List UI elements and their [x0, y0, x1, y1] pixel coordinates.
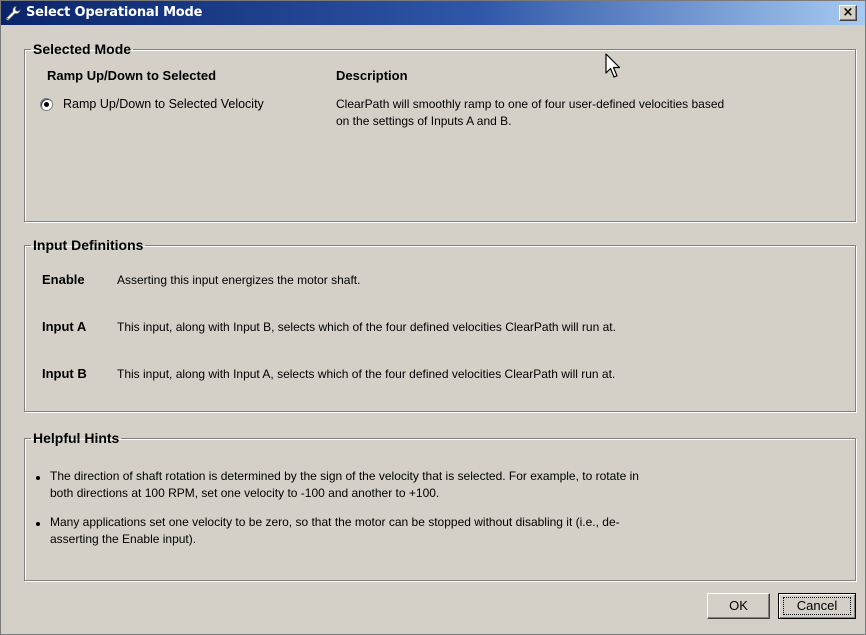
hint-line: both directions at 100 RPM, set one velo…	[50, 486, 440, 500]
input-name: Input A	[42, 319, 87, 334]
hint-line: The direction of shaft rotation is deter…	[50, 469, 639, 483]
wrench-icon	[6, 5, 21, 21]
window-title: Select Operational Mode	[26, 5, 203, 20]
cancel-button[interactable]: Cancel	[778, 593, 856, 619]
selected-mode-legend: Selected Mode	[33, 41, 132, 57]
dialog-window: Select Operational Mode × Selected Mode …	[0, 0, 866, 635]
ok-button[interactable]: OK	[707, 593, 770, 619]
bullet-icon	[36, 476, 40, 480]
mouse-pointer-icon	[605, 53, 621, 78]
hint-line: asserting the Enable input).	[50, 532, 197, 546]
focus-rectangle	[783, 597, 851, 615]
close-button[interactable]: ×	[839, 5, 857, 21]
helpful-hints-group: Helpful Hints	[24, 430, 856, 581]
title-bar[interactable]: Select Operational Mode ×	[1, 1, 865, 25]
mode-column-header: Ramp Up/Down to Selected	[47, 68, 217, 83]
helpful-hints-legend: Helpful Hints	[33, 430, 120, 446]
hint-line: Many applications set one velocity to be…	[50, 515, 620, 529]
close-icon: ×	[842, 5, 854, 20]
input-name: Input B	[42, 366, 87, 381]
input-definitions-legend: Input Definitions	[33, 237, 144, 253]
mode-radio-label[interactable]: Ramp Up/Down to Selected Velocity	[63, 97, 264, 111]
input-description: This input, along with Input B, selects …	[117, 320, 616, 334]
description-header: Description	[336, 68, 408, 83]
input-description: This input, along with Input A, selects …	[117, 367, 616, 381]
description-line-1: ClearPath will smoothly ramp to one of f…	[336, 97, 725, 111]
input-description: Asserting this input energizes the motor…	[117, 273, 361, 287]
bullet-icon	[36, 522, 40, 526]
input-name: Enable	[42, 272, 85, 287]
description-line-2: on the settings of Inputs A and B.	[336, 114, 512, 128]
mode-radio[interactable]	[40, 98, 53, 111]
